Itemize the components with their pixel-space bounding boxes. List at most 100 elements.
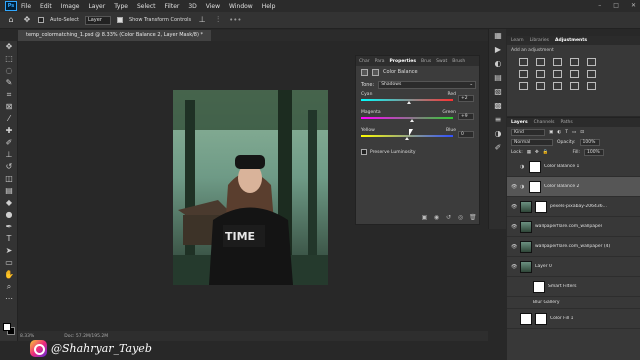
yellow-blue-slider[interactable]: Yellow Blue 0 [361,128,474,143]
cyan-red-slider[interactable]: Cyan Red +2 [361,92,474,107]
layer-name[interactable]: Layer 0 [535,264,552,269]
patterns-panel-icon[interactable]: ▩ [489,99,507,113]
menu-type[interactable]: Type [114,3,128,10]
tab-channels[interactable]: Channels [534,120,555,125]
tab-character[interactable]: Char [359,59,370,64]
zoom-level[interactable]: 8.33% [20,334,34,339]
gradient-map-icon[interactable] [587,82,596,90]
layer-kind-filter[interactable]: Kind [511,128,545,136]
smart-filter-mask-thumbnail[interactable] [533,280,545,293]
more-tools-icon[interactable]: ⋯ [0,293,18,305]
blur-tool-icon[interactable]: ◆ [0,197,18,209]
channel-mixer-icon[interactable] [587,70,596,78]
layer-mask-thumbnail[interactable] [529,160,541,173]
invert-icon[interactable] [519,82,528,90]
layer-row[interactable]: Color Fill 1 [507,309,640,329]
photo-filter-icon[interactable] [570,70,579,78]
fill-field[interactable]: 100% [583,148,604,156]
auto-select-target-dropdown[interactable]: Layer [84,15,111,25]
filter-item-row[interactable]: Blur Gallery [507,297,640,309]
slider-thumb[interactable] [405,137,409,140]
layer-name[interactable]: pexels-pixabay-206436... [550,204,607,209]
adjustment-icon[interactable] [361,68,368,76]
layer-mask-thumbnail[interactable] [535,312,547,325]
tab-adjustments[interactable]: Adjustments [555,38,587,43]
eyedropper-tool-icon[interactable]: ⁄ [0,113,18,125]
layer-mask-thumbnail[interactable] [535,200,547,213]
visibility-eye-icon[interactable]: 👁 [511,264,517,270]
color-swatches[interactable] [3,323,15,335]
history-brush-icon[interactable]: ↺ [0,161,18,173]
slider-track[interactable] [361,117,453,119]
canvas-area[interactable]: TIME Char Para Properties Brus Swat Brus… [18,41,488,331]
layer-name[interactable]: Color Balance 1 [544,164,579,169]
levels-icon[interactable] [536,58,545,66]
maximize-button[interactable]: □ [613,2,619,9]
pen-tool-icon[interactable]: ✒ [0,221,18,233]
quick-select-tool-icon[interactable]: ✎ [0,77,18,89]
vibrance-icon[interactable] [587,58,596,66]
menu-file[interactable]: File [21,3,31,10]
black-white-icon[interactable] [553,70,562,78]
show-transform-checkbox[interactable] [116,17,123,23]
menu-layer[interactable]: Layer [88,3,105,10]
layer-thumbnail[interactable] [520,240,532,253]
opacity-field[interactable]: 100% [579,138,600,146]
swatches-panel-icon[interactable]: ▤ [489,71,507,85]
view-previous-icon[interactable]: ◉ [433,214,440,221]
filter-type-icon[interactable]: T [565,130,568,135]
document-image[interactable]: TIME [173,90,328,285]
path-select-tool-icon[interactable]: ➤ [0,245,18,257]
marquee-tool-icon[interactable]: ⬚ [0,53,18,65]
move-tool-icon[interactable]: ✥ [22,15,32,25]
tab-layers[interactable]: Layers [511,120,528,125]
move-tool-icon[interactable]: ✥ [0,41,18,53]
more-options-icon[interactable]: ••• [229,16,241,24]
reset-icon[interactable]: ↺ [445,214,452,221]
layer-name[interactable]: Blur Gallery [533,300,560,305]
posterize-icon[interactable] [536,82,545,90]
visibility-icon[interactable]: ◎ [457,214,464,221]
delete-icon[interactable]: 🗑 [469,214,477,221]
layer-name[interactable]: Smart Filters [548,284,577,289]
slider-value-field[interactable]: 0 [458,131,474,138]
menu-window[interactable]: Window [229,3,253,10]
visibility-eye-icon[interactable]: 👁 [511,184,517,190]
gradients-panel-icon[interactable]: ▧ [489,85,507,99]
menu-3d[interactable]: 3D [188,3,196,10]
shape-tool-icon[interactable]: ▭ [0,257,18,269]
actions-panel-icon[interactable]: ▶ [489,43,507,57]
type-tool-icon[interactable]: T [0,233,18,245]
menu-help[interactable]: Help [262,3,276,10]
stamp-tool-icon[interactable]: ⊥ [0,149,18,161]
mask-icon[interactable] [372,68,379,76]
tone-dropdown[interactable]: Shadows ⌄ [378,81,477,89]
color-balance-icon[interactable] [536,70,545,78]
brushes-panel-icon[interactable]: ✐ [489,141,507,155]
minimize-button[interactable]: – [598,2,601,9]
layer-name[interactable]: wallpaperflare.com_wallpaper [535,224,602,229]
layer-row-selected[interactable]: 👁 ◑ Color Balance 2 [507,177,640,197]
adjustments-panel-icon[interactable]: ◑ [489,127,507,141]
tab-properties[interactable]: Properties [390,59,417,64]
foreground-color-swatch[interactable] [3,323,11,331]
slider-value-field[interactable]: +9 [458,113,474,120]
slider-thumb[interactable] [409,119,414,122]
lock-position-icon[interactable]: ✥ [535,150,539,155]
tab-learn[interactable]: Learn [511,38,524,43]
properties-panel-icon[interactable]: ≡ [489,113,507,127]
crop-tool-icon[interactable]: ⌗ [0,89,18,101]
layer-row[interactable]: 👁 pexels-pixabay-206436... [507,197,640,217]
brush-tool-icon[interactable]: ✐ [0,137,18,149]
history-panel-icon[interactable]: ▦ [489,29,507,43]
layer-mask-thumbnail[interactable] [529,180,541,193]
layer-name[interactable]: Color Fill 1 [550,316,573,321]
layer-thumbnail[interactable] [520,260,532,273]
brightness-contrast-icon[interactable] [519,58,528,66]
layer-name[interactable]: Color Balance 2 [544,184,579,189]
tab-paths[interactable]: Paths [560,120,572,125]
tab-brushes[interactable]: Brush [452,59,465,64]
exposure-icon[interactable] [570,58,579,66]
lock-all-icon[interactable]: 🔒 [543,150,549,155]
align-icon[interactable]: ⊥ [197,15,207,25]
